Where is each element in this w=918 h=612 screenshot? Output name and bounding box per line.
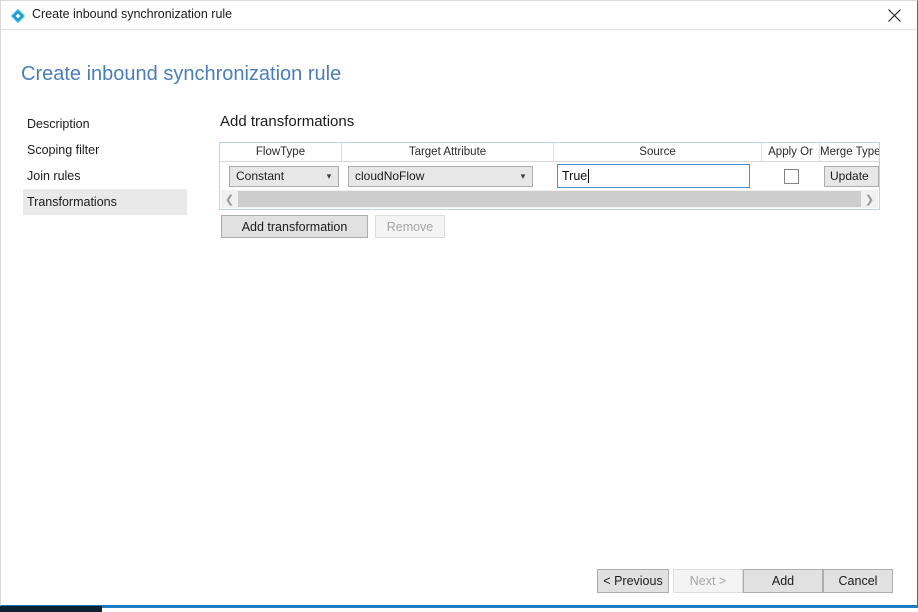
add-transformation-button[interactable]: Add transformation bbox=[221, 215, 368, 238]
background-window-accent-line bbox=[0, 606, 918, 608]
wizard-step-sidebar: Description Scoping filter Join rules Tr… bbox=[23, 111, 187, 215]
create-sync-rule-window: Create inbound synchronization rule Crea… bbox=[0, 0, 918, 606]
background-window-titlebar bbox=[0, 606, 102, 612]
title-bar: Create inbound synchronization rule bbox=[1, 1, 917, 30]
grid-header-row: FlowType Target Attribute Source Apply O… bbox=[220, 143, 879, 162]
grid-horizontal-scrollbar[interactable]: ❮ ❯ bbox=[221, 190, 878, 208]
page-title: Create inbound synchronization rule bbox=[21, 63, 342, 85]
column-header-merge-type[interactable]: Merge Type bbox=[820, 143, 879, 161]
remove-button: Remove bbox=[375, 215, 445, 238]
window-title: Create inbound synchronization rule bbox=[32, 7, 233, 21]
column-header-apply-or[interactable]: Apply Or bbox=[762, 143, 820, 161]
merge-type-dropdown[interactable]: Update bbox=[824, 165, 879, 187]
table-row: Constant ▾ cloudNoFlow ▾ True Update bbox=[220, 162, 879, 190]
source-value: True bbox=[562, 169, 588, 183]
chevron-left-icon[interactable]: ❮ bbox=[221, 190, 238, 208]
source-input[interactable]: True bbox=[557, 164, 750, 188]
chevron-right-icon[interactable]: ❯ bbox=[861, 190, 878, 208]
section-title: Add transformations bbox=[220, 113, 355, 130]
target-attribute-value: cloudNoFlow bbox=[355, 169, 425, 183]
sidebar-item-description[interactable]: Description bbox=[23, 111, 187, 137]
apply-once-checkbox[interactable] bbox=[783, 168, 799, 184]
close-icon[interactable] bbox=[872, 1, 917, 29]
next-button: Next > bbox=[673, 569, 743, 593]
flowtype-dropdown[interactable]: Constant ▾ bbox=[229, 165, 339, 187]
scrollbar-thumb[interactable] bbox=[238, 191, 861, 207]
column-header-flowtype[interactable]: FlowType bbox=[220, 143, 342, 161]
background-window-strip bbox=[0, 606, 918, 612]
merge-type-value: Update bbox=[830, 169, 869, 183]
column-header-target-attribute[interactable]: Target Attribute bbox=[342, 143, 554, 161]
cell-source: True bbox=[554, 162, 762, 190]
sidebar-item-join-rules[interactable]: Join rules bbox=[23, 163, 187, 189]
previous-button[interactable]: < Previous bbox=[597, 569, 669, 593]
sync-rule-diamond-icon bbox=[10, 8, 26, 24]
cell-merge-type: Update bbox=[820, 162, 879, 190]
cancel-button[interactable]: Cancel bbox=[823, 569, 893, 593]
target-attribute-dropdown[interactable]: cloudNoFlow ▾ bbox=[348, 165, 533, 187]
sidebar-item-scoping-filter[interactable]: Scoping filter bbox=[23, 137, 187, 163]
flowtype-value: Constant bbox=[236, 169, 285, 183]
add-button[interactable]: Add bbox=[743, 569, 823, 593]
text-caret bbox=[588, 169, 590, 183]
cell-apply-or bbox=[762, 162, 820, 190]
column-header-source[interactable]: Source bbox=[554, 143, 762, 161]
transformations-grid: FlowType Target Attribute Source Apply O… bbox=[219, 142, 880, 210]
cell-target-attribute: cloudNoFlow ▾ bbox=[342, 162, 554, 190]
sidebar-item-transformations[interactable]: Transformations bbox=[23, 189, 187, 215]
chevron-down-icon: ▾ bbox=[520, 170, 526, 181]
cell-flowtype: Constant ▾ bbox=[220, 162, 342, 190]
chevron-down-icon: ▾ bbox=[326, 170, 332, 181]
